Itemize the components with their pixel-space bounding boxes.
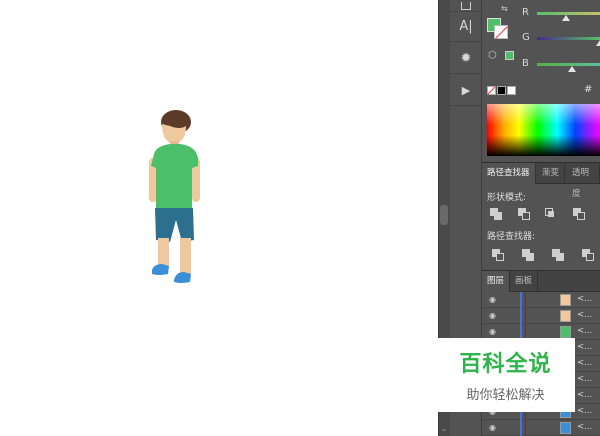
layer-name: <...	[577, 422, 593, 432]
layer-name: <...	[577, 358, 593, 368]
merge-icon[interactable]	[552, 249, 564, 261]
layers-tabbar: 图层 画板	[482, 270, 600, 292]
channel-g-thumb[interactable]	[596, 40, 600, 46]
stroke-swatch[interactable]	[494, 25, 508, 39]
layer-color-bar	[520, 420, 522, 436]
shorts	[155, 208, 194, 242]
panel-icon	[461, 1, 471, 10]
minus-front-icon[interactable]	[518, 208, 530, 220]
collapse-arrow-icon[interactable]: ⌄	[440, 424, 448, 434]
intersect-icon[interactable]	[545, 208, 557, 220]
channel-r-label: R	[522, 7, 529, 18]
layer-separator	[525, 292, 526, 308]
pathfinder-tabbar: 路径查找器 渐变 透明度	[482, 162, 600, 199]
black-swatch[interactable]	[497, 86, 506, 95]
pathfinders-label: 路径查找器:	[487, 232, 536, 242]
tool-type[interactable]: A|	[450, 12, 482, 42]
color-spectrum[interactable]	[487, 104, 600, 156]
cube-icon: ⬡	[488, 50, 497, 61]
layer-separator	[525, 420, 526, 436]
tool-brightness[interactable]: ✹	[450, 44, 482, 74]
tab-pathfinder[interactable]: 路径查找器	[482, 163, 536, 184]
tab-transparency[interactable]: 透明度	[567, 163, 600, 199]
layer-separator	[525, 308, 526, 324]
white-swatch[interactable]	[507, 86, 516, 95]
eye-icon[interactable]: ◉	[489, 311, 496, 320]
unite-icon[interactable]	[490, 208, 502, 220]
layer-thumbnail	[560, 294, 571, 306]
left-leg	[158, 238, 169, 268]
eye-icon[interactable]: ◉	[489, 295, 496, 304]
none-swatch[interactable]	[487, 86, 496, 95]
channel-g-slider[interactable]	[537, 37, 600, 40]
layer-row[interactable]: ◉ <...	[482, 308, 600, 324]
tab-artboards[interactable]: 画板	[510, 271, 539, 292]
tab-layers[interactable]: 图层	[482, 271, 511, 292]
right-shoe	[174, 272, 191, 283]
layer-row[interactable]: ◉ <...	[482, 292, 600, 308]
layer-color-bar	[520, 292, 522, 308]
shirt	[151, 144, 198, 212]
layer-name: <...	[577, 294, 593, 304]
layer-thumbnail	[560, 422, 571, 434]
eye-icon[interactable]: ◉	[489, 423, 496, 432]
layer-name: <...	[577, 326, 593, 336]
watermark-subtitle: 助你轻松解决	[466, 388, 545, 403]
watermark-title: 百科全说	[459, 352, 552, 377]
exclude-icon[interactable]	[573, 208, 585, 220]
crop-icon[interactable]	[582, 249, 594, 261]
channel-b-thumb[interactable]	[568, 66, 576, 72]
tool-play[interactable]: ▶	[450, 76, 482, 106]
layer-thumbnail	[560, 310, 571, 322]
layer-name: <...	[577, 390, 593, 400]
hex-label: #	[584, 84, 593, 95]
eye-icon[interactable]: ◉	[489, 327, 496, 336]
tab-gradient[interactable]: 渐变	[537, 163, 566, 184]
channel-b-label: B	[522, 58, 529, 69]
watermark: 百科全说 助你轻松解决	[436, 338, 575, 412]
shape-modes-label: 形状模式:	[487, 193, 527, 203]
layer-thumbnail	[560, 326, 571, 338]
web-safe-swatch[interactable]	[505, 51, 514, 60]
layer-row[interactable]: ◉ <...	[482, 420, 600, 436]
layer-color-bar	[520, 308, 522, 324]
divider-handle[interactable]	[440, 205, 448, 225]
artboard-canvas[interactable]	[0, 0, 438, 436]
left-shoe	[152, 264, 169, 275]
boy-illustration[interactable]	[140, 108, 210, 288]
tool-top-edge[interactable]	[450, 0, 482, 12]
layer-name: <...	[577, 406, 593, 416]
channel-r-thumb[interactable]	[562, 15, 570, 21]
trim-icon[interactable]	[522, 249, 534, 261]
type-icon: A|	[459, 19, 473, 34]
play-icon: ▶	[461, 84, 471, 97]
sun-icon: ✹	[460, 51, 472, 66]
channel-g-label: G	[522, 32, 530, 43]
right-leg	[180, 238, 191, 274]
layer-name: <...	[577, 342, 593, 352]
swap-colors-icon[interactable]: ⇆	[501, 4, 508, 13]
color-panel: ⇆ R G ⬡ B #	[482, 0, 600, 162]
layer-name: <...	[577, 310, 593, 320]
layer-name: <...	[577, 374, 593, 384]
divide-icon[interactable]	[492, 249, 504, 261]
